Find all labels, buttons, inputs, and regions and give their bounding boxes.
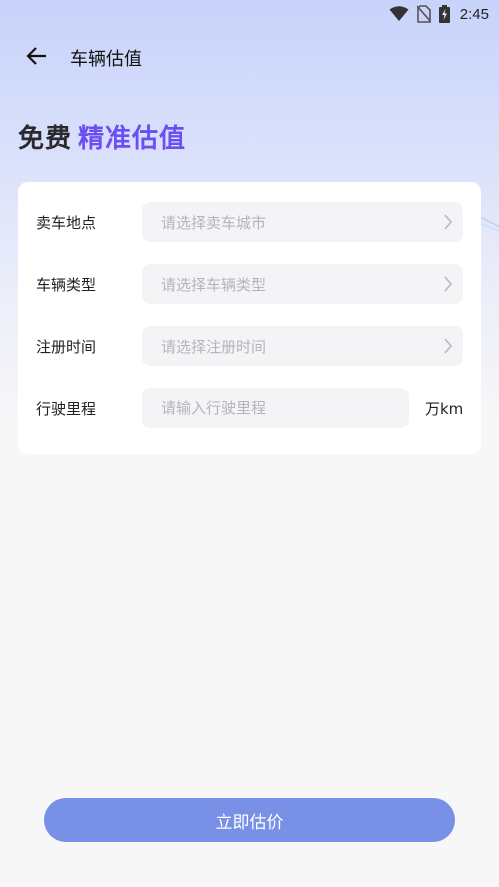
headline-free: 免费: [18, 124, 73, 154]
status-time: 2:45: [459, 5, 489, 23]
mileage-unit: 万km: [425, 399, 464, 418]
status-bar: 2:45: [0, 0, 499, 28]
no-sim-icon: [416, 5, 431, 23]
mileage-input[interactable]: [142, 388, 409, 428]
chevron-right-icon: [443, 337, 453, 355]
register-time-select[interactable]: 请选择注册时间: [142, 326, 463, 366]
chevron-right-icon: [443, 275, 453, 293]
chevron-right-icon: [443, 213, 453, 231]
vehicle-type-label: 车辆类型: [36, 275, 97, 294]
valuation-form-card: 卖车地点 请选择卖车城市 车辆类型 请选择车辆类型 注册时间 请选择注册时间 行…: [18, 182, 481, 454]
estimate-now-button[interactable]: 立即估价: [44, 798, 455, 842]
vehicle-type-select[interactable]: 请选择车辆类型: [142, 264, 463, 304]
form-row-mileage: 行驶里程 万km: [18, 388, 481, 428]
headline-accurate-valuation: 精准估值: [78, 124, 187, 154]
mileage-label: 行驶里程: [36, 399, 97, 418]
form-row-location: 卖车地点 请选择卖车城市: [18, 202, 481, 242]
location-select[interactable]: 请选择卖车城市: [142, 202, 463, 242]
location-placeholder: 请选择卖车城市: [161, 213, 267, 232]
arrow-left-icon: [25, 46, 47, 70]
form-row-register-time: 注册时间 请选择注册时间: [18, 326, 481, 366]
wifi-icon: [389, 6, 409, 22]
vehicle-type-placeholder: 请选择车辆类型: [161, 275, 267, 294]
headline: 免费 精准估值: [18, 118, 186, 155]
register-time-placeholder: 请选择注册时间: [161, 337, 267, 356]
register-time-label: 注册时间: [36, 337, 97, 356]
location-label: 卖车地点: [36, 213, 97, 232]
back-button[interactable]: [18, 40, 54, 76]
form-row-vehicle-type: 车辆类型 请选择车辆类型: [18, 264, 481, 304]
battery-charging-icon: [438, 5, 450, 23]
nav-bar: 车辆估值: [0, 36, 499, 80]
page-title: 车辆估值: [70, 49, 142, 70]
